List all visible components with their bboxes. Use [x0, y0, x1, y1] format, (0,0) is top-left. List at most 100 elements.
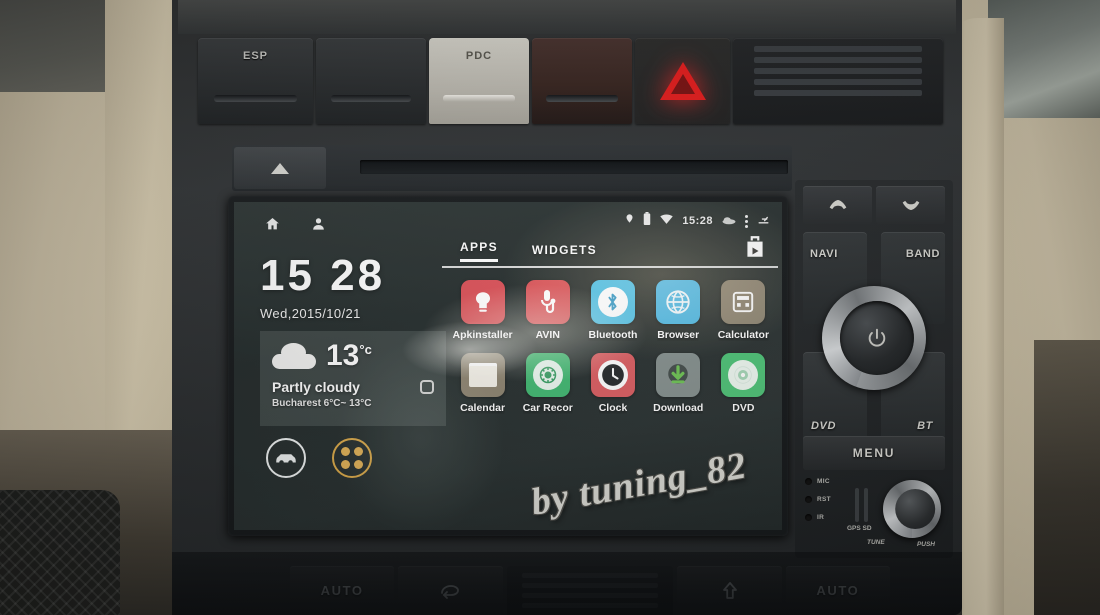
vent-fin: [754, 68, 922, 74]
tune-knob[interactable]: [883, 480, 941, 538]
climate-auto-left[interactable]: AUTO: [290, 566, 395, 615]
esp-indicator-slot: [214, 95, 297, 102]
app-icon-grid: Apkinstaller AVIN Bluetooth Browser Calc…: [442, 280, 782, 414]
gps-sd-slot[interactable]: [853, 488, 873, 522]
clock-icon: [590, 353, 635, 397]
apps-grid-icon: [341, 447, 363, 469]
avin-icon: [525, 280, 570, 324]
ir-hole-row: IR: [805, 514, 849, 521]
weather-widget[interactable]: 13°c Partly cloudy Bucharest 6°C~ 13°C: [260, 331, 446, 426]
vent-fin: [754, 90, 922, 96]
rst-label: RST: [817, 496, 831, 503]
climate-auto-left-label: AUTO: [320, 583, 364, 598]
app-browser[interactable]: Browser: [646, 280, 711, 341]
esp-label: ESP: [242, 50, 268, 62]
app-avin[interactable]: AVIN: [515, 280, 580, 341]
refresh-icon[interactable]: [420, 380, 434, 394]
clock-time: 15 28: [260, 251, 386, 300]
app-download[interactable]: Download: [646, 353, 711, 414]
wifi-icon: [660, 212, 674, 230]
bluetooth-icon: [590, 280, 635, 324]
climate-auto-right[interactable]: AUTO: [785, 566, 890, 615]
phone-answer-button[interactable]: [803, 186, 872, 224]
screen-dock: [260, 438, 455, 478]
gps-pin-icon: [625, 212, 634, 230]
eject-button[interactable]: [234, 147, 326, 189]
hazard-triangle-icon: [659, 62, 706, 100]
phone-hangup-icon: [902, 200, 919, 210]
climate-center-vent: [506, 566, 674, 615]
android-screen[interactable]: 15:28 15 28 Wed,2015/10/21 13°c Partly c…: [234, 202, 782, 530]
phone-answer-icon: [829, 200, 846, 210]
clock-weather-panel: 15 28 Wed,2015/10/21 13°c Partly cloudy …: [260, 254, 455, 478]
climate-recirculate[interactable]: [398, 566, 503, 615]
car-interior-photo: ESP PDC 15:28 15 28 Wed,2015/10/21 13°c …: [0, 0, 1100, 615]
tune-label: TUNE: [867, 539, 885, 546]
lower-labels: MIC RST IR: [805, 478, 849, 532]
download-icon: [656, 353, 701, 397]
app-calendar[interactable]: Calendar: [450, 353, 515, 414]
volume-power-knob[interactable]: [822, 286, 926, 390]
app-label: Apkinstaller: [452, 329, 513, 341]
recents-icon[interactable]: [311, 216, 326, 232]
calendar-icon: [460, 353, 505, 397]
temp-value: 13: [326, 339, 360, 372]
app-drawer: APPS WIDGETS Apkinstaller AVIN Bluetooth…: [442, 232, 782, 530]
head-unit-screen-bezel: 15:28 15 28 Wed,2015/10/21 13°c Partly c…: [228, 196, 788, 536]
dock-app-drawer[interactable]: [332, 438, 372, 478]
app-dvd[interactable]: DVD: [711, 353, 776, 414]
cd-slot[interactable]: [360, 160, 788, 174]
status-bar-time: 15:28: [682, 215, 713, 227]
tab-apps[interactable]: APPS: [460, 240, 498, 262]
reset-hole-icon[interactable]: [805, 496, 812, 503]
app-label: Bluetooth: [588, 329, 638, 341]
app-car-recorder[interactable]: Car Recor: [515, 353, 580, 414]
weather-condition: Partly cloudy: [272, 379, 360, 395]
climate-auto-right-label: AUTO: [816, 583, 860, 598]
navi-label: NAVI: [810, 248, 838, 260]
phone-button-row: [803, 186, 945, 224]
app-apkinstaller[interactable]: Apkinstaller: [450, 280, 515, 341]
battery-icon: [643, 212, 651, 230]
cloud-icon: [722, 212, 736, 230]
browser-globe-icon: [656, 280, 701, 324]
phone-hangup-button[interactable]: [876, 186, 945, 224]
app-clock[interactable]: Clock: [580, 353, 645, 414]
apk-installer-icon: [460, 280, 505, 324]
vent-fin: [521, 573, 659, 578]
vent-fin: [754, 46, 922, 52]
app-calculator[interactable]: Calculator: [711, 280, 776, 341]
dock-car-mode[interactable]: [266, 438, 306, 478]
play-store-icon[interactable]: [742, 234, 768, 265]
power-icon: [868, 328, 886, 347]
app-label: Car Recor: [522, 402, 573, 414]
bt-label: BT: [917, 420, 933, 432]
climate-defrost[interactable]: [677, 566, 782, 615]
tab-widgets[interactable]: WIDGETS: [532, 243, 597, 262]
vent-fin: [754, 79, 922, 85]
lower-control-panel: MIC RST IR GPS SD TUNE PUSH: [799, 474, 949, 554]
recirculate-icon: [441, 584, 460, 599]
app-bluetooth[interactable]: Bluetooth: [580, 280, 645, 341]
climate-control-row: AUTO AUTO: [290, 566, 890, 615]
vent-fin: [754, 57, 922, 63]
sd-eject-icon[interactable]: [757, 212, 770, 230]
blank-switch-1[interactable]: [316, 38, 426, 124]
esp-button[interactable]: ESP: [198, 38, 313, 124]
hazard-button[interactable]: [635, 38, 730, 124]
dvd-disc-icon: [721, 353, 766, 397]
pdc-button[interactable]: PDC: [429, 38, 529, 124]
power-button[interactable]: [839, 301, 914, 375]
app-label: Calculator: [717, 329, 770, 341]
pdc-indicator-slot: [443, 95, 515, 102]
home-icon[interactable]: [264, 216, 281, 232]
menu-button[interactable]: MENU: [803, 436, 945, 470]
function-button-cluster: NAVI BAND DVD BT: [803, 232, 945, 444]
drawer-divider: [442, 266, 778, 268]
overflow-menu-icon[interactable]: [745, 214, 748, 228]
amber-switch[interactable]: [532, 38, 632, 124]
reset-hole-row: RST: [805, 496, 849, 503]
vent-fin: [521, 603, 659, 608]
dvd-label: DVD: [811, 420, 837, 432]
amber-switch-slot: [546, 95, 618, 102]
